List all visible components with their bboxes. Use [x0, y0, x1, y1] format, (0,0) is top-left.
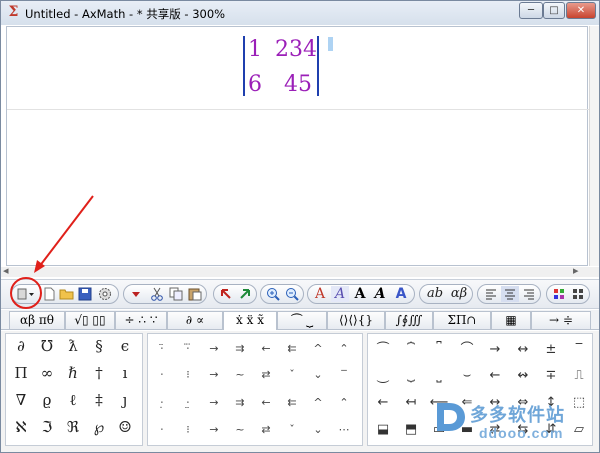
- annotation-arrow: [34, 195, 94, 273]
- annotation-circle: [10, 277, 42, 309]
- watermark-logo-icon: [437, 403, 465, 431]
- app-window: Σ Untitled - AxMath - * 共享版 - 300% ─ □ ✕…: [0, 0, 600, 453]
- watermark-text: 多多软件站: [470, 405, 565, 425]
- watermark-url: ddooo.com: [479, 425, 564, 441]
